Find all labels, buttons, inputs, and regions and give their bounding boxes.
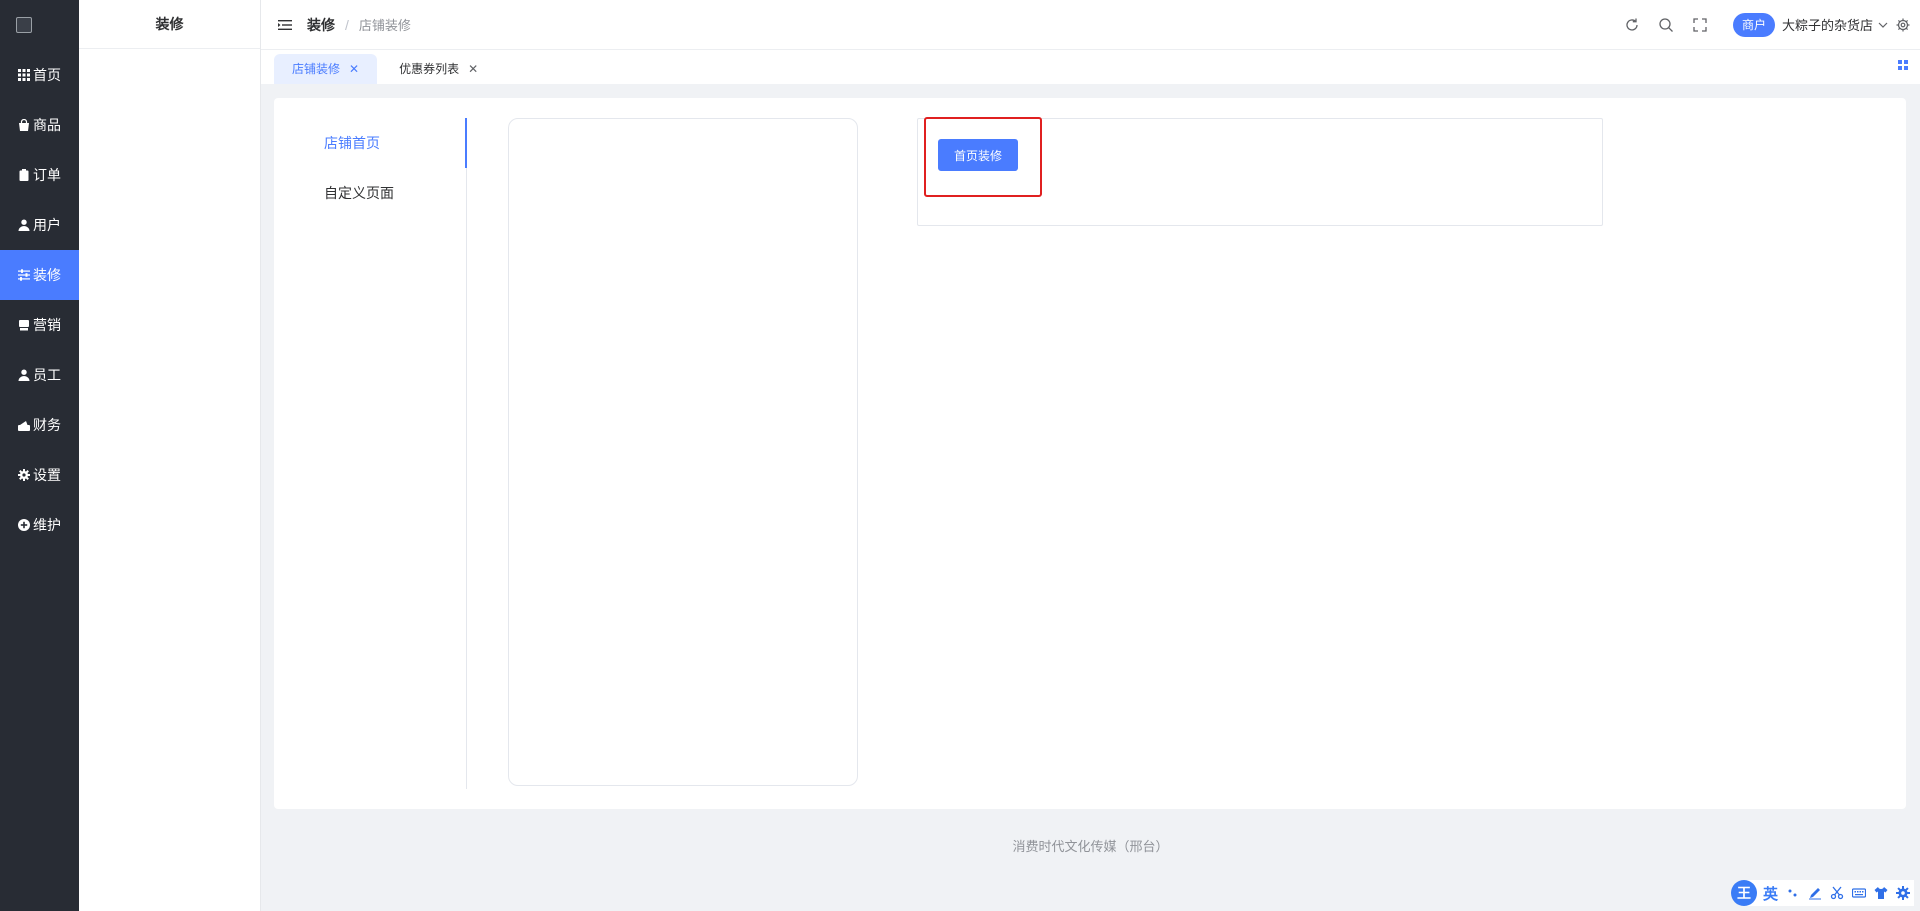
sidebar-item-settings[interactable]: 设置 [0, 450, 79, 500]
logo[interactable] [0, 0, 79, 50]
grid-icon [18, 69, 30, 81]
punctuation-icon[interactable] [1786, 886, 1800, 900]
top-header: 装修 / 店铺装修 商户 大粽子的杂货店 [261, 0, 1920, 50]
close-icon[interactable]: ✕ [468, 54, 478, 84]
decor-page-menu: 店铺首页 自定义页面 [274, 118, 467, 789]
shop-icon [19, 320, 29, 331]
fullscreen-icon[interactable] [1692, 17, 1708, 33]
sliders-icon [18, 269, 30, 281]
sidebar-item-label: 装修 [33, 267, 61, 283]
tab-store-decor[interactable]: 店铺装修 ✕ [274, 54, 378, 84]
sidebar-item-goods[interactable]: 商品 [0, 100, 79, 150]
sidebar-item-label: 商品 [33, 117, 61, 133]
close-icon[interactable]: ✕ [349, 54, 359, 84]
sidebar-item-marketing[interactable]: 营销 [0, 300, 79, 350]
actions-panel: 首页装修 [917, 117, 1603, 226]
sub-sidebar: 装修 [79, 0, 261, 911]
sidebar-item-label: 营销 [33, 317, 61, 333]
person-icon [18, 369, 30, 381]
refresh-icon[interactable] [1624, 17, 1640, 33]
main-sidebar: 首页 商品 订单 用户 装修 营销 员工 财务 设置 维护 [0, 0, 79, 911]
sidebar-item-orders[interactable]: 订单 [0, 150, 79, 200]
tab-bar: 店铺装修 ✕ 优惠券列表 ✕ [261, 50, 1920, 84]
decor-menu-item-custom-page[interactable]: 自定义页面 [274, 168, 466, 218]
tab-coupon-list[interactable]: 优惠券列表 ✕ [381, 54, 496, 84]
broken-image-icon [16, 17, 32, 33]
skin-shirt-icon[interactable] [1874, 886, 1888, 900]
wallet-icon [18, 421, 30, 431]
tab-label: 店铺装修 [292, 62, 341, 76]
sidebar-item-finance[interactable]: 财务 [0, 400, 79, 450]
header-actions: 商户 大粽子的杂货店 [1615, 12, 1920, 37]
sidebar-item-home[interactable]: 首页 [0, 50, 79, 100]
gear-icon [18, 469, 30, 481]
sidebar-item-label: 财务 [33, 417, 61, 433]
search-icon[interactable] [1658, 17, 1674, 33]
ime-toolbar: 王 英 [1730, 880, 1914, 906]
store-name: 大粽子的杂货店 [1781, 18, 1873, 33]
sidebar-item-label: 首页 [33, 67, 61, 83]
content-card: 店铺首页 自定义页面 首页装修 [274, 98, 1906, 809]
clipboard-icon [19, 169, 29, 181]
sidebar-item-decor[interactable]: 装修 [0, 250, 79, 300]
sidebar-item-label: 设置 [33, 467, 61, 483]
phone-preview-frame [508, 118, 858, 786]
sidebar-item-label: 员工 [33, 367, 61, 383]
sub-sidebar-title: 装修 [79, 0, 260, 49]
sidebar-item-users[interactable]: 用户 [0, 200, 79, 250]
shopping-bag-icon [19, 119, 29, 131]
pen-icon[interactable] [1808, 886, 1822, 900]
settings-gear-icon[interactable] [1896, 18, 1910, 32]
breadcrumb-separator: / [345, 16, 349, 33]
scissors-icon[interactable] [1830, 886, 1844, 900]
breadcrumb-level-1[interactable]: 装修 [307, 15, 335, 35]
merchant-badge: 商户 [1732, 12, 1775, 37]
plus-circle-icon [18, 519, 30, 531]
footer-copyright: 消费时代文化传媒（邢台） [1012, 839, 1169, 854]
sidebar-item-label: 用户 [33, 217, 61, 233]
breadcrumb-current: 店铺装修 [358, 18, 411, 33]
sidebar-item-staff[interactable]: 员工 [0, 350, 79, 400]
sidebar-item-label: 订单 [33, 167, 61, 183]
keyboard-icon[interactable] [1852, 886, 1866, 900]
store-dropdown[interactable]: 大粽子的杂货店 [1782, 15, 1888, 34]
tab-label: 优惠券列表 [399, 62, 460, 76]
ime-logo[interactable]: 王 [1730, 880, 1757, 906]
tabs-menu-grid-icon[interactable] [1898, 60, 1908, 70]
chevron-down-icon [1878, 22, 1888, 28]
decor-menu-item-store-home[interactable]: 店铺首页 [274, 118, 467, 168]
ime-settings-icon[interactable] [1896, 886, 1910, 900]
home-decor-button[interactable]: 首页装修 [938, 139, 1018, 171]
sidebar-item-label: 维护 [33, 517, 61, 533]
user-icon [18, 219, 30, 231]
ime-mode-toggle[interactable]: 英 [1763, 883, 1778, 904]
menu-fold-icon[interactable] [277, 17, 293, 33]
sidebar-item-maintenance[interactable]: 维护 [0, 500, 79, 550]
